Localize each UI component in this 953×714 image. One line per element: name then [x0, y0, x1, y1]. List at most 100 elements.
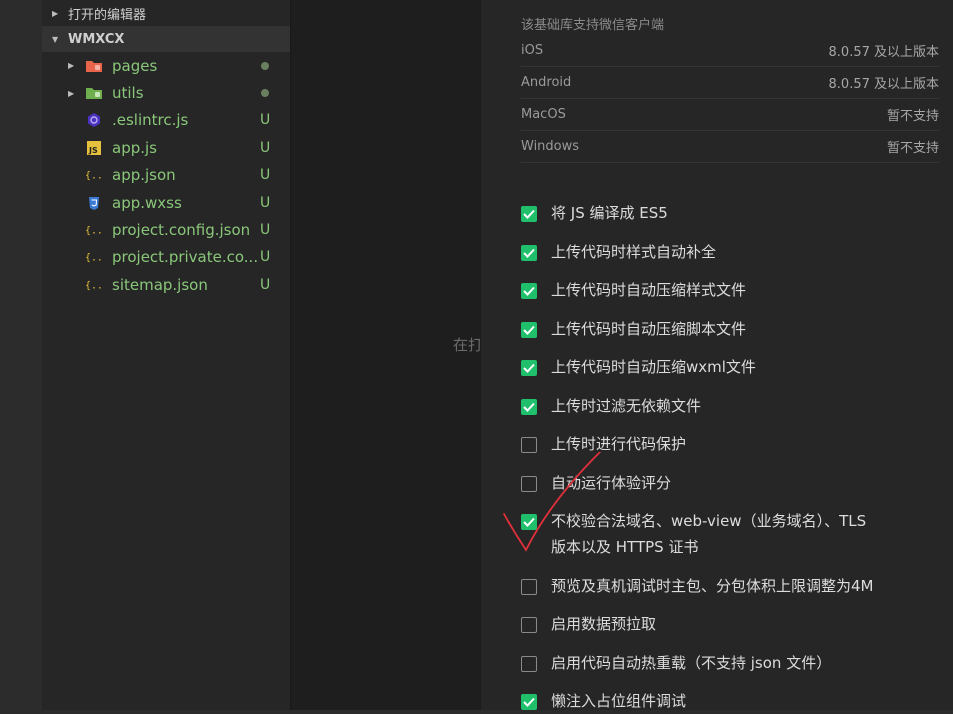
- option-label: 上传时过滤无依赖文件: [551, 397, 702, 415]
- checkbox[interactable]: [521, 322, 537, 338]
- file-item[interactable]: app.wxss U: [42, 189, 290, 216]
- file-name: pages: [112, 56, 158, 75]
- folder-item[interactable]: ▶ utils: [42, 79, 290, 106]
- option-label-wrap: 懒注入占位组件调试: [551, 688, 686, 714]
- svg-text:{..}: {..}: [85, 253, 103, 264]
- svg-text:{..}: {..}: [85, 171, 103, 182]
- platform-version: 暂不支持: [886, 140, 939, 156]
- json-file-icon: {..}: [85, 249, 103, 265]
- checkbox[interactable]: [521, 656, 537, 672]
- setting-option[interactable]: 上传时过滤无依赖文件: [521, 397, 701, 419]
- support-title: 该基础库支持微信客户端: [521, 18, 665, 33]
- setting-option[interactable]: 将 JS 编译成 ES5: [521, 204, 668, 226]
- option-label-wrap: 启用数据预拉取: [551, 611, 656, 637]
- file-item[interactable]: .eslintrc.js U: [42, 107, 290, 134]
- folder-item[interactable]: ▶ pages: [42, 52, 290, 79]
- json-file-icon: {..}: [85, 277, 103, 293]
- option-label: 上传代码时自动压缩样式文件: [551, 281, 747, 299]
- file-name: sitemap.json: [112, 275, 208, 294]
- option-label-wrap: 不校验合法域名、web-view（业务域名）、TLS 版本以及 HTTPS 证书: [551, 508, 866, 560]
- platform-version: 8.0.57 及以上版本: [828, 76, 939, 92]
- eslint-icon: [85, 112, 103, 128]
- option-label-wrap: 上传代码时样式自动补全: [551, 239, 716, 265]
- option-label: 上传时进行代码保护: [551, 435, 687, 453]
- checkbox[interactable]: [521, 399, 537, 415]
- open-editors-header[interactable]: ▶ 打开的编辑器: [42, 0, 290, 26]
- setting-option[interactable]: 自动运行体验评分: [521, 474, 671, 496]
- file-item[interactable]: JS app.js U: [42, 134, 290, 161]
- checkbox[interactable]: [521, 617, 537, 633]
- setting-option[interactable]: 上传代码时样式自动补全: [521, 243, 716, 265]
- js-file-icon: JS: [85, 140, 103, 156]
- setting-option[interactable]: 启用数据预拉取: [521, 615, 656, 637]
- file-name: project.private.co...: [112, 248, 259, 267]
- checkbox[interactable]: [521, 245, 537, 261]
- option-label-wrap: 上传时过滤无依赖文件: [551, 393, 701, 419]
- file-item[interactable]: {..} app.json U: [42, 162, 290, 189]
- open-editors-label: 打开的编辑器: [68, 7, 147, 23]
- checkbox[interactable]: [521, 360, 537, 376]
- css-file-icon: [85, 195, 103, 211]
- chevron-right-icon: ▶: [68, 88, 75, 98]
- checkbox[interactable]: [521, 437, 537, 453]
- setting-option[interactable]: 上传代码时自动压缩样式文件: [521, 281, 746, 303]
- checkbox[interactable]: [521, 514, 537, 530]
- project-label: WMXCX: [68, 31, 125, 47]
- setting-option[interactable]: 上传时进行代码保护: [521, 435, 686, 457]
- modified-dot: [261, 89, 269, 98]
- activity-bar: [0, 0, 43, 710]
- file-name: project.config.json: [112, 221, 251, 240]
- option-label-wrap: 自动运行体验评分: [551, 470, 671, 496]
- setting-option[interactable]: 启用代码自动热重载（不支持 json 文件）: [521, 654, 831, 676]
- option-label-wrap: 预览及真机调试时主包、分包体积上限调整为4M: [551, 573, 874, 599]
- git-status: U: [260, 194, 271, 211]
- git-status: U: [260, 249, 271, 266]
- option-label: 上传代码时自动压缩wxml文件: [551, 358, 756, 376]
- project-folder-header[interactable]: ▼ WMXCX: [42, 26, 290, 52]
- option-label: 上传代码时样式自动补全: [551, 243, 717, 261]
- option-label: 启用代码自动热重载（不支持 json 文件）: [551, 654, 832, 672]
- platform-version: 8.0.57 及以上版本: [828, 44, 939, 60]
- platform-row: Windows 暂不支持: [521, 130, 939, 163]
- option-label-wrap: 上传时进行代码保护: [551, 431, 686, 457]
- file-explorer: ▶ 打开的编辑器 ▼ WMXCX ▶ pages ▶ utils .eslintrc.j…: [42, 0, 290, 710]
- modified-dot: [261, 61, 269, 70]
- platform-row: Android 8.0.57 及以上版本: [521, 66, 939, 99]
- git-status: U: [260, 112, 271, 129]
- option-label: 将 JS 编译成 ES5: [551, 204, 668, 222]
- utils-folder-icon: [85, 85, 103, 101]
- file-name: app.json: [112, 166, 176, 185]
- file-name: .eslintrc.js: [112, 111, 189, 130]
- local-settings-panel: 该基础库支持微信客户端 iOS 8.0.57 及以上版本 Android 8.0.57…: [480, 0, 953, 710]
- chevron-down-icon: ▼: [52, 34, 59, 44]
- option-label-wrap: 上传代码时自动压缩脚本文件: [551, 316, 746, 342]
- platform-name: Windows: [521, 138, 580, 154]
- json-file-icon: {..}: [85, 222, 103, 238]
- checkbox[interactable]: [521, 476, 537, 492]
- svg-text:{..}: {..}: [85, 226, 103, 237]
- platform-row: MacOS 暂不支持: [521, 98, 939, 131]
- platform-name: MacOS: [521, 106, 566, 122]
- git-status: U: [260, 276, 271, 293]
- setting-option[interactable]: 预览及真机调试时主包、分包体积上限调整为4M: [521, 577, 874, 599]
- pages-folder-icon: [85, 58, 103, 74]
- checkbox[interactable]: [521, 206, 537, 222]
- setting-option[interactable]: 不校验合法域名、web-view（业务域名）、TLS 版本以及 HTTPS 证书: [521, 512, 866, 560]
- file-item[interactable]: {..} project.private.co...U: [42, 244, 290, 271]
- chevron-right-icon: ▶: [52, 8, 59, 18]
- option-label: 启用数据预拉取: [551, 615, 657, 633]
- git-status: U: [260, 222, 271, 239]
- checkbox[interactable]: [521, 283, 537, 299]
- chevron-right-icon: ▶: [68, 61, 75, 71]
- platform-name: Android: [521, 74, 572, 90]
- setting-option[interactable]: 上传代码时自动压缩脚本文件: [521, 320, 746, 342]
- file-item[interactable]: {..} project.config.json U: [42, 216, 290, 243]
- setting-option[interactable]: 懒注入占位组件调试: [521, 692, 686, 714]
- checkbox[interactable]: [521, 579, 537, 595]
- editor-area: 在打: [290, 0, 483, 710]
- setting-option[interactable]: 上传代码时自动压缩wxml文件: [521, 358, 756, 380]
- file-item[interactable]: {..} sitemap.json U: [42, 271, 290, 298]
- checkbox[interactable]: [521, 694, 537, 710]
- option-label-wrap: 将 JS 编译成 ES5: [551, 200, 668, 226]
- option-label: 不校验合法域名、web-view（业务域名）、TLS: [551, 512, 867, 530]
